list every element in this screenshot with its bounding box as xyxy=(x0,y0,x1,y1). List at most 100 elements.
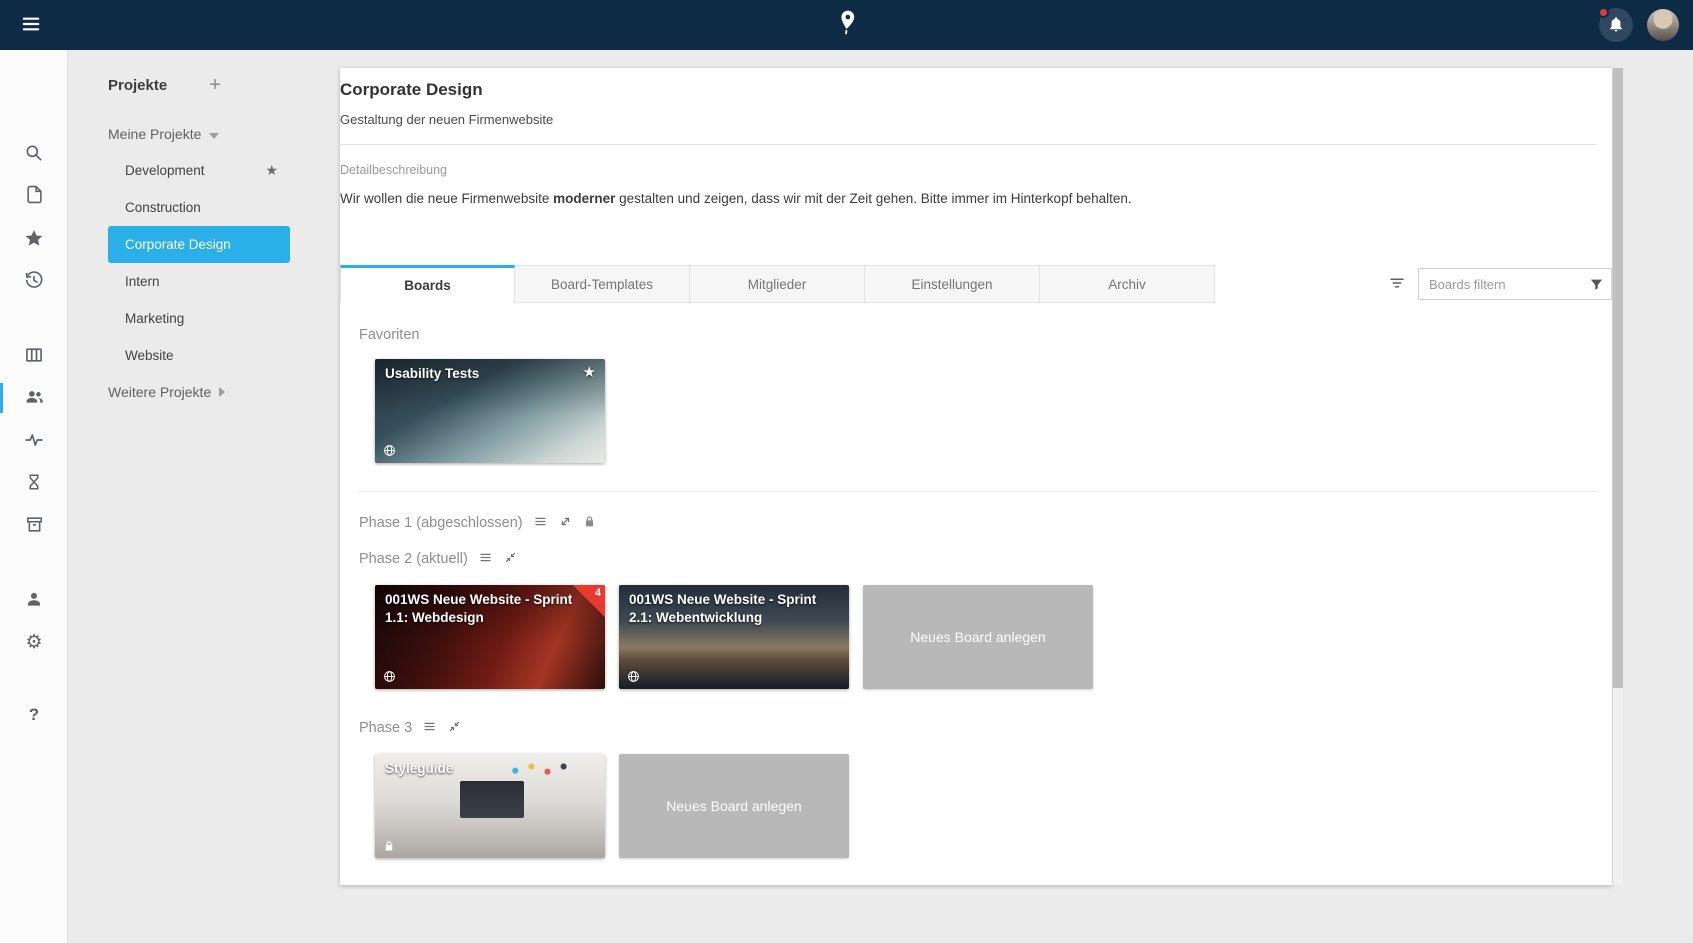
project-item-intern[interactable]: Intern xyxy=(108,263,290,300)
hourglass-icon xyxy=(25,473,43,494)
boards-button[interactable] xyxy=(16,338,52,374)
tab-archiv[interactable]: Archiv xyxy=(1040,265,1215,303)
public-globe-icon xyxy=(383,670,396,683)
rail-active-indicator xyxy=(0,383,3,413)
chevron-right-icon xyxy=(219,384,225,400)
nav-group-weitere-projekte[interactable]: Weitere Projekte xyxy=(108,382,340,402)
project-item-label: Construction xyxy=(125,200,201,215)
filter-area xyxy=(1388,265,1612,303)
tab-mitglieder[interactable]: Mitglieder xyxy=(690,265,865,303)
section-menu-button[interactable] xyxy=(478,550,493,568)
pulse-icon xyxy=(24,430,44,453)
archive-button[interactable] xyxy=(16,508,52,544)
topbar xyxy=(0,0,1693,50)
favorites-button[interactable] xyxy=(16,221,52,257)
list-icon xyxy=(478,550,493,568)
section-collapse-button[interactable] xyxy=(447,719,462,737)
description-label: Detailbeschreibung xyxy=(340,163,1612,178)
tab-boards[interactable]: Boards xyxy=(340,265,515,303)
project-item-corporate-design[interactable]: Corporate Design xyxy=(108,226,290,263)
nav-group-label: Weitere Projekte xyxy=(108,384,211,400)
section-phase1-header: Phase 1 (abgeschlossen) xyxy=(359,514,1612,532)
phase3-board-row: Styleguide Neues Board anlegen xyxy=(375,754,1612,858)
project-item-development[interactable]: Development ★ xyxy=(108,152,290,189)
board-count-badge: 4 xyxy=(573,585,605,617)
scrollbar[interactable] xyxy=(1613,68,1623,885)
question-icon: ? xyxy=(29,705,39,725)
projects-header: Projekte + xyxy=(108,76,340,94)
star-icon xyxy=(24,228,44,251)
board-card-sprint-2-1[interactable]: 001WS Neue Website - Sprint 2.1: Webentw… xyxy=(619,585,849,689)
add-project-button[interactable]: + xyxy=(209,76,221,94)
project-item-label: Development xyxy=(125,163,205,178)
nav-group-meine-projekte[interactable]: Meine Projekte xyxy=(108,124,340,144)
add-board-button[interactable]: Neues Board anlegen xyxy=(619,754,849,858)
favorite-star-icon[interactable]: ★ xyxy=(265,162,278,179)
icon-rail: ⚙ ? xyxy=(0,50,68,943)
divider xyxy=(340,144,1597,145)
section-collapse-button[interactable] xyxy=(503,550,518,568)
board-card-sprint-1-1[interactable]: 001WS Neue Website - Sprint 1.1: Webdesi… xyxy=(375,585,605,689)
board-title: Styleguide xyxy=(385,760,575,778)
public-globe-icon xyxy=(627,670,640,683)
project-item-website[interactable]: Website xyxy=(108,337,290,374)
history-icon xyxy=(24,270,44,293)
board-card-usability-tests[interactable]: Usability Tests ★ xyxy=(375,359,605,463)
section-menu-button[interactable] xyxy=(533,514,548,532)
help-button[interactable]: ? xyxy=(16,697,52,733)
tab-board-templates[interactable]: Board-Templates xyxy=(515,265,690,303)
bell-icon xyxy=(1607,15,1625,36)
search-button[interactable] xyxy=(16,136,52,172)
collapse-diagonal-icon xyxy=(447,719,462,737)
boards-filter-input[interactable] xyxy=(1418,268,1612,300)
section-expand-button[interactable] xyxy=(558,514,573,532)
section-phase3-header: Phase 3 xyxy=(359,719,1612,737)
topbar-right xyxy=(1599,0,1679,50)
project-item-label: Intern xyxy=(125,274,160,289)
section-title: Phase 2 (aktuell) xyxy=(359,551,468,567)
settings-button[interactable]: ⚙ xyxy=(16,624,52,660)
filter-list-button[interactable] xyxy=(1388,274,1406,295)
divider xyxy=(359,491,1597,492)
board-title: 001WS Neue Website - Sprint 1.1: Webdesi… xyxy=(385,591,575,627)
section-favoriten-label: Favoriten xyxy=(359,327,1612,343)
notifications-button[interactable] xyxy=(1599,8,1633,42)
time-tracking-button[interactable] xyxy=(16,465,52,501)
section-title: Phase 3 xyxy=(359,720,412,736)
add-board-button[interactable]: Neues Board anlegen xyxy=(863,585,1093,689)
menu-button[interactable] xyxy=(20,13,42,38)
projects-sidebar: Projekte + Meine Projekte Development ★ … xyxy=(68,50,340,402)
activity-button[interactable] xyxy=(16,423,52,459)
collapse-diagonal-icon xyxy=(503,550,518,568)
team-button[interactable] xyxy=(16,380,52,416)
scrollbar-thumb[interactable] xyxy=(1613,68,1623,688)
person-icon xyxy=(24,589,44,612)
search-icon xyxy=(24,143,44,166)
section-menu-button[interactable] xyxy=(422,719,437,737)
document-icon xyxy=(25,185,44,207)
gear-icon: ⚙ xyxy=(25,631,42,654)
history-button[interactable] xyxy=(16,263,52,299)
columns-icon xyxy=(24,345,44,368)
project-item-label: Website xyxy=(125,348,174,363)
user-avatar[interactable] xyxy=(1647,9,1679,41)
documents-button[interactable] xyxy=(16,178,52,214)
filter-input-wrap xyxy=(1418,268,1612,300)
favorites-board-row: Usability Tests ★ xyxy=(375,359,1612,463)
board-card-styleguide[interactable]: Styleguide xyxy=(375,754,605,858)
project-item-marketing[interactable]: Marketing xyxy=(108,300,290,337)
tab-bar: Boards Board-Templates Mitglieder Einste… xyxy=(340,265,1612,303)
page-subtitle: Gestaltung der neuen Firmenwebsite xyxy=(340,112,1612,128)
projects-title: Projekte xyxy=(108,77,167,94)
project-item-construction[interactable]: Construction xyxy=(108,189,290,226)
list-icon xyxy=(533,514,548,532)
profile-button[interactable] xyxy=(16,582,52,618)
board-favorite-star-icon[interactable]: ★ xyxy=(583,363,596,381)
tab-einstellungen[interactable]: Einstellungen xyxy=(865,265,1040,303)
project-list: Development ★ Construction Corporate Des… xyxy=(108,152,340,374)
chevron-down-icon xyxy=(209,126,219,142)
section-title: Phase 1 (abgeschlossen) xyxy=(359,515,523,531)
app-logo-pin-icon xyxy=(834,7,859,42)
lock-icon xyxy=(583,515,596,532)
notification-badge xyxy=(1598,7,1609,18)
